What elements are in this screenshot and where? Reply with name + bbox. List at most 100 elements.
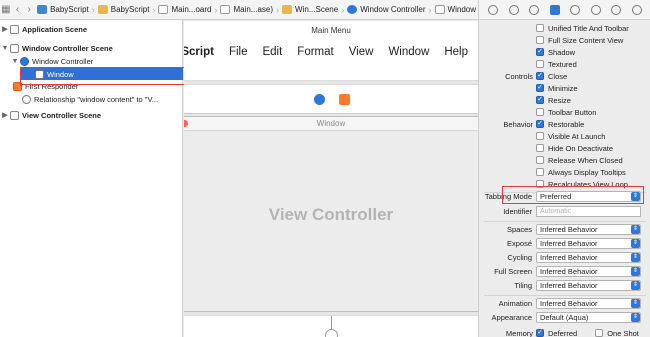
effects-inspector-icon[interactable] (631, 4, 642, 15)
checkbox[interactable] (536, 132, 544, 140)
menu-help[interactable]: Help (444, 46, 468, 58)
annotation-highlight-tabbing-mode (502, 186, 644, 204)
spaces-row: Spaces Inferred Behavior ⇕ (479, 223, 650, 236)
check-unified-title[interactable]: Unified Title And Toolbar (479, 22, 650, 34)
first-responder-icon[interactable] (339, 94, 350, 105)
size-inspector-icon[interactable] (570, 4, 581, 15)
grid-icon[interactable]: ▦ (0, 4, 12, 15)
breadcrumb-base[interactable]: Main...ase) (218, 5, 275, 14)
expose-row: Exposé Inferred Behavior ⇕ (479, 237, 650, 250)
checkbox-checked[interactable]: ✓ (536, 48, 544, 56)
popup-stepper-icon: ⇕ (631, 299, 640, 308)
disclosure-right-icon[interactable]: ▶ (0, 111, 10, 119)
checkbox[interactable] (536, 156, 544, 164)
animation-popup[interactable]: Inferred Behavior ⇕ (536, 298, 641, 309)
checkbox[interactable] (536, 24, 544, 32)
breadcrumb-project[interactable]: BabyScript (35, 5, 91, 14)
cycling-popup[interactable]: Inferred Behavior ⇕ (536, 252, 641, 263)
main-menu-scene[interactable]: Main Menu BabyScript File Edit Format Vi… (184, 21, 478, 81)
outline-application-scene[interactable]: ▶ Application Scene (0, 23, 87, 35)
appearance-row: Appearance Default (Aqua) ⇕ (479, 311, 650, 324)
fullscreen-label: Full Screen (494, 267, 532, 276)
attributes-inspector: Unified Title And Toolbar Full Size Cont… (478, 0, 650, 337)
checkbox-checked[interactable]: ✓ (536, 72, 544, 80)
check-hide-on-deactivate[interactable]: Hide On Deactivate (479, 142, 650, 154)
tiling-popup[interactable]: Inferred Behavior ⇕ (536, 280, 641, 291)
back-arrow-icon[interactable]: ‹ (12, 4, 24, 15)
scene-dock (184, 84, 478, 114)
spaces-popup[interactable]: Inferred Behavior ⇕ (536, 224, 641, 235)
appearance-popup[interactable]: Default (Aqua) ⇕ (536, 312, 641, 323)
help-inspector-icon[interactable] (508, 4, 519, 15)
storyboard-file-icon (220, 5, 231, 14)
check-textured[interactable]: Textured (479, 58, 650, 70)
scene-icon (10, 24, 19, 34)
checkbox[interactable] (595, 329, 604, 337)
bindings-inspector-icon[interactable] (611, 4, 622, 15)
checkbox[interactable] (536, 60, 544, 68)
window-titlebar: Window (184, 117, 478, 131)
outline-relationship[interactable]: Relationship "window content" to "V... (22, 93, 158, 105)
identity-inspector-icon[interactable] (529, 4, 540, 15)
disclosure-right-icon[interactable]: ▶ (0, 25, 10, 33)
breadcrumb-group[interactable]: BabyScript (96, 5, 152, 14)
view-controller-scene[interactable] (184, 315, 478, 337)
menu-view[interactable]: View (349, 46, 374, 58)
window-controller-icon (20, 56, 29, 66)
breadcrumb-window-controller[interactable]: Window Controller (345, 5, 427, 14)
menu-file[interactable]: File (229, 46, 248, 58)
checkbox-checked[interactable]: ✓ (536, 329, 544, 337)
window-controller-icon[interactable] (314, 94, 325, 105)
checkbox-checked[interactable]: ✓ (536, 120, 544, 128)
outline-window-controller[interactable]: ▼ Window Controller (10, 55, 93, 67)
check-toolbar-button[interactable]: Toolbar Button (479, 106, 650, 118)
menu-format[interactable]: Format (297, 46, 333, 58)
check-always-display-tooltips[interactable]: Always Display Tooltips (479, 166, 650, 178)
memory-one-shot: One Shot (607, 328, 639, 337)
breadcrumb-storyboard[interactable]: Main...oard (156, 5, 213, 14)
menu-window[interactable]: Window (388, 46, 429, 58)
checkbox[interactable] (536, 168, 544, 176)
checkbox[interactable] (536, 144, 544, 152)
attributes-inspector-icon[interactable] (549, 4, 560, 15)
menu-app[interactable]: BabyScript (184, 46, 214, 58)
connections-inspector-icon[interactable] (590, 4, 601, 15)
check-shadow[interactable]: ✓ Shadow (479, 46, 650, 58)
breadcrumb-window[interactable]: Window (433, 5, 478, 14)
outline-view-controller-scene[interactable]: ▶ View Controller Scene (0, 109, 101, 121)
main-menu-title: Main Menu (311, 26, 351, 35)
menu-bar: BabyScript File Edit Format View Window … (184, 43, 478, 61)
checkbox[interactable] (536, 36, 544, 44)
window-scene[interactable]: Window View Controller (184, 116, 478, 312)
menu-edit[interactable]: Edit (262, 46, 282, 58)
disclosure-down-icon[interactable]: ▼ (10, 58, 20, 65)
disclosure-down-icon[interactable]: ▼ (0, 45, 10, 52)
check-full-size-content[interactable]: Full Size Content View (479, 34, 650, 46)
checkbox[interactable] (536, 108, 544, 116)
identifier-field[interactable]: Automatic (536, 206, 641, 217)
controls-label: Controls (505, 71, 533, 81)
check-restorable[interactable]: Behavior ✓ Restorable (479, 118, 650, 130)
expose-popup[interactable]: Inferred Behavior ⇕ (536, 238, 641, 249)
check-minimize[interactable]: ✓ Minimize (479, 82, 650, 94)
forward-arrow-icon[interactable]: › (23, 4, 35, 15)
check-resize[interactable]: ✓ Resize (479, 94, 650, 106)
checkbox-checked[interactable]: ✓ (536, 96, 544, 104)
storyboard-canvas[interactable]: Main Menu BabyScript File Edit Format Vi… (184, 20, 478, 337)
memory-row: Memory ✓ Deferred One Shot (479, 327, 650, 337)
check-visible-at-launch[interactable]: Visible At Launch (479, 130, 650, 142)
checkbox-checked[interactable]: ✓ (536, 84, 544, 92)
project-icon (37, 5, 48, 14)
breadcrumb-scene[interactable]: Win...Scene (280, 5, 340, 14)
memory-label: Memory (505, 328, 533, 337)
check-close[interactable]: Controls ✓ Close (479, 70, 650, 82)
view-controller-placeholder: View Controller (268, 205, 394, 224)
segue-icon[interactable] (325, 329, 338, 337)
fullscreen-popup[interactable]: Inferred Behavior ⇕ (536, 266, 641, 277)
scene-icon (10, 43, 19, 53)
fullscreen-row: Full Screen Inferred Behavior ⇕ (479, 265, 650, 278)
popup-stepper-icon: ⇕ (631, 225, 640, 234)
outline-window-controller-scene[interactable]: ▼ Window Controller Scene (0, 42, 113, 54)
file-inspector-icon[interactable] (488, 4, 499, 15)
check-release-when-closed[interactable]: Release When Closed (479, 154, 650, 166)
